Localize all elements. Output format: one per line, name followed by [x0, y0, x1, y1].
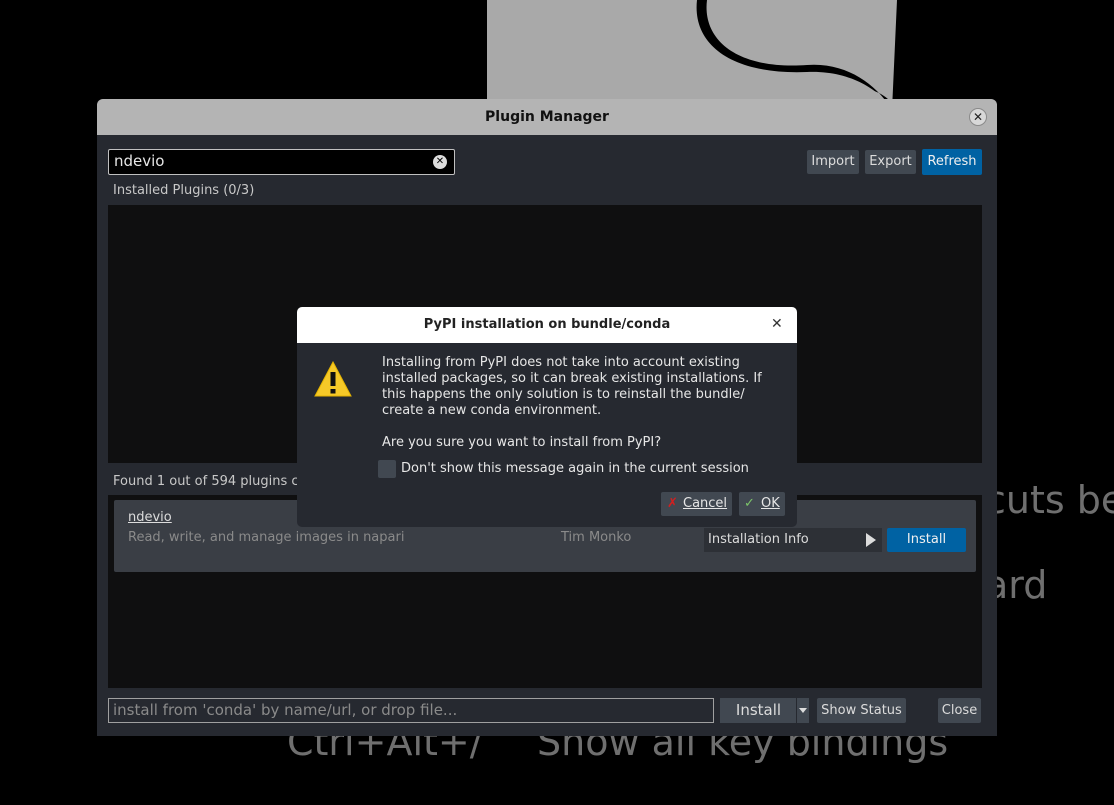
pypi-warning-dialog: PyPI installation on bundle/conda ✕ Inst…: [297, 307, 797, 527]
search-input[interactable]: ndevio ✕: [108, 149, 455, 175]
import-button[interactable]: Import: [807, 150, 859, 174]
dialog-close-button[interactable]: ✕: [771, 316, 783, 332]
bottom-install-button[interactable]: Install: [720, 698, 797, 723]
installed-plugins-header: Installed Plugins (0/3): [113, 183, 255, 198]
ok-button[interactable]: ✓ OK: [739, 492, 785, 516]
export-button[interactable]: Export: [865, 150, 916, 174]
cancel-icon: ✗: [667, 496, 678, 511]
installation-info-toggle[interactable]: Installation Info: [704, 528, 882, 552]
dialog-title: PyPI installation on bundle/conda: [423, 317, 671, 332]
install-dropdown-button[interactable]: [796, 698, 809, 723]
plugin-name-link[interactable]: ndevio: [128, 510, 172, 525]
dont-show-again-checkbox[interactable]: [378, 460, 396, 478]
cancel-label: Cancel: [683, 496, 728, 511]
background-text-line-1: cuts be: [985, 478, 1114, 522]
dialog-message: Installing from PyPI does not take into …: [382, 355, 762, 418]
plugin-author: Tim Monko: [561, 530, 632, 545]
plugin-install-button[interactable]: Install: [887, 528, 966, 552]
warning-icon: [314, 361, 352, 397]
ok-icon: ✓: [744, 496, 755, 511]
search-input-value: ndevio: [114, 152, 165, 170]
ok-label: OK: [761, 496, 780, 511]
cancel-button[interactable]: ✗ Cancel: [661, 492, 732, 516]
show-status-button[interactable]: Show Status: [817, 698, 906, 723]
dont-show-again-label: Don't show this message again in the cur…: [401, 461, 749, 476]
chevron-down-icon: [799, 708, 807, 713]
available-plugins-header: Found 1 out of 594 plugins c: [113, 474, 299, 489]
clear-search-icon[interactable]: ✕: [433, 155, 447, 169]
dialog-question: Are you sure you want to install from Py…: [382, 435, 662, 450]
window-title: Plugin Manager: [485, 109, 609, 125]
background-shape: [487, 0, 897, 110]
plugin-description: Read, write, and manage images in napari: [128, 530, 405, 545]
window-close-button[interactable]: ✕: [969, 108, 987, 126]
close-button[interactable]: Close: [938, 698, 981, 723]
installation-info-label: Installation Info: [708, 532, 809, 547]
install-source-input[interactable]: install from 'conda' by name/url, or dro…: [108, 698, 714, 723]
refresh-button[interactable]: Refresh: [922, 149, 982, 175]
expand-arrow-icon: [866, 533, 876, 547]
